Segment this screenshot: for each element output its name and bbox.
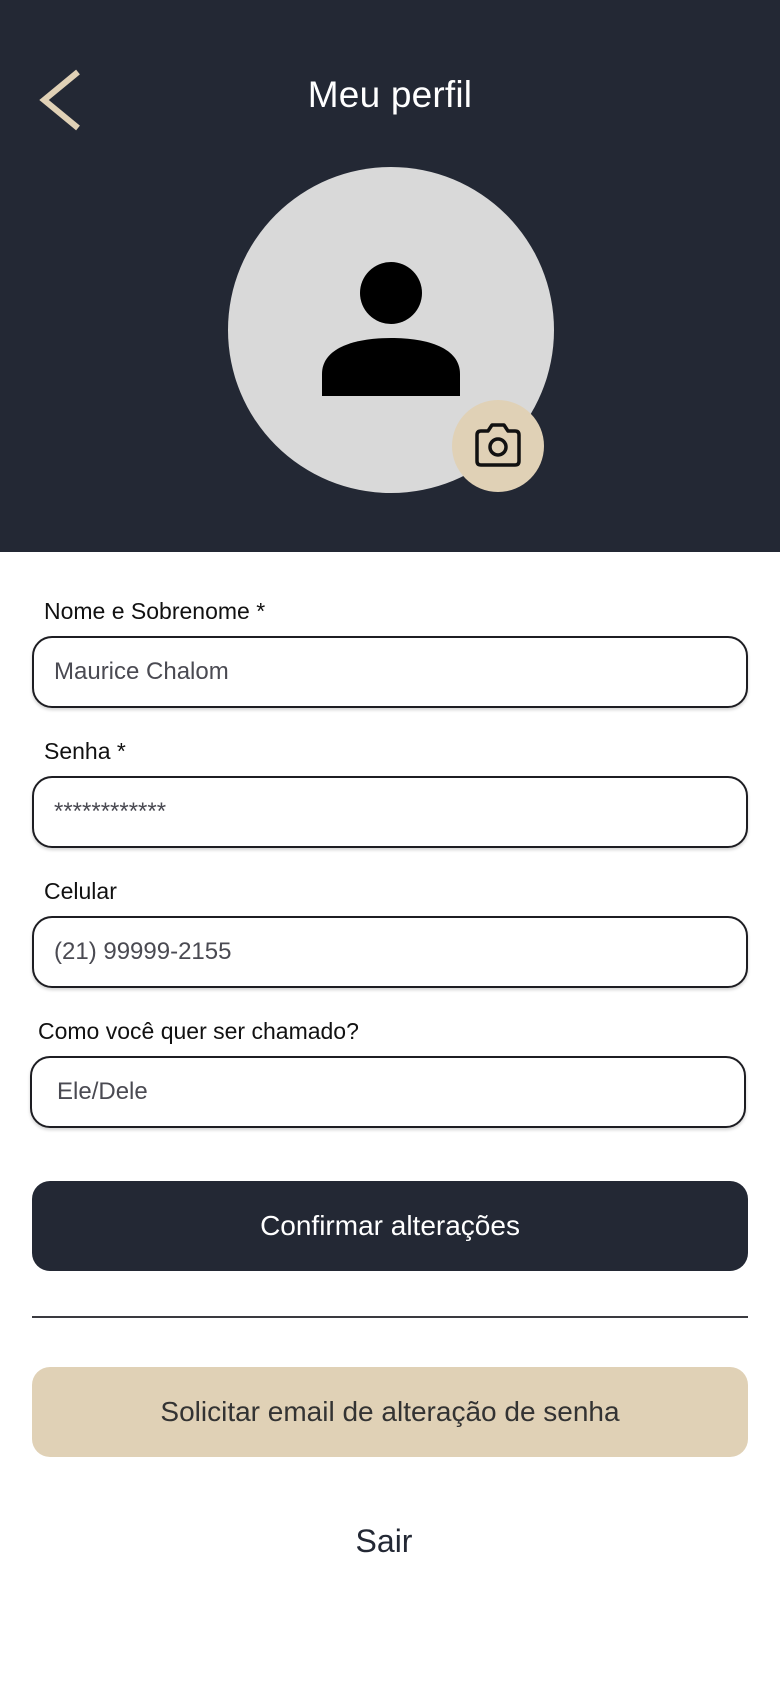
person-icon bbox=[322, 262, 460, 396]
camera-icon bbox=[475, 423, 521, 467]
pronoun-field[interactable] bbox=[32, 1058, 744, 1126]
name-field-box bbox=[32, 636, 748, 708]
divider bbox=[32, 1316, 748, 1318]
change-photo-button[interactable] bbox=[452, 400, 544, 492]
pronoun-field-box bbox=[30, 1056, 746, 1128]
request-password-reset-button[interactable]: Solicitar email de alteração de senha bbox=[32, 1367, 748, 1457]
name-label: Nome e Sobrenome * bbox=[44, 598, 266, 624]
password-field[interactable] bbox=[34, 778, 746, 846]
page-title: Meu perfil bbox=[307, 74, 473, 115]
phone-label: Celular bbox=[44, 878, 117, 904]
password-label: Senha * bbox=[44, 738, 126, 764]
confirm-changes-button[interactable]: Confirmar alterações bbox=[32, 1181, 748, 1271]
phone-field-box bbox=[32, 916, 748, 988]
logout-button[interactable]: Sair bbox=[300, 1516, 468, 1566]
pronoun-label: Como você quer ser chamado? bbox=[38, 1018, 359, 1044]
password-field-box bbox=[32, 776, 748, 848]
profile-header: Meu perfil bbox=[0, 0, 780, 552]
name-field[interactable] bbox=[34, 638, 746, 706]
phone-field[interactable] bbox=[34, 918, 746, 986]
